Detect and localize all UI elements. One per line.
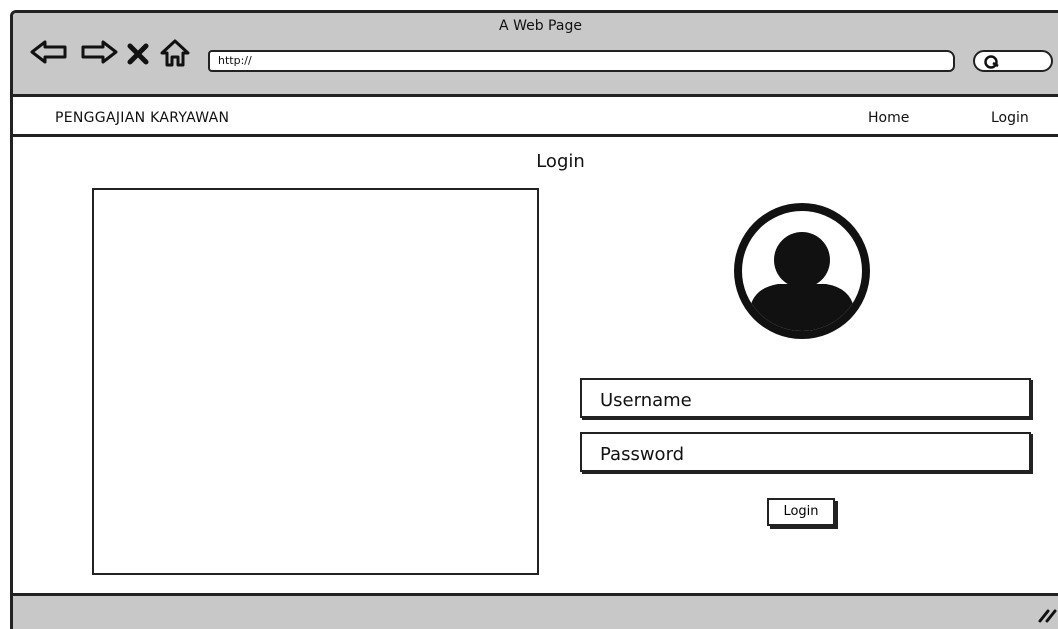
page-title: Login [536, 151, 585, 172]
app-brand: PENGGAJIAN KARYAWAN [55, 110, 230, 126]
nav-login-link[interactable]: Login [991, 110, 1029, 126]
browser-search-field[interactable] [973, 50, 1053, 72]
back-arrow-icon[interactable] [29, 39, 69, 65]
nav-home-link[interactable]: Home [868, 110, 909, 126]
login-button[interactable]: Login [767, 498, 835, 526]
status-bar [13, 593, 1058, 629]
window-title: A Web Page [499, 18, 582, 34]
image-placeholder [92, 188, 539, 575]
resize-grip-icon[interactable] [1038, 607, 1058, 623]
user-avatar-icon [734, 203, 870, 339]
search-icon [984, 55, 999, 69]
password-input[interactable] [580, 432, 1031, 472]
browser-window: A Web Page http:// PENGGAJIAN KARYAWAN H… [10, 10, 1058, 629]
url-input[interactable]: http:// [208, 50, 955, 72]
top-navbar: PENGGAJIAN KARYAWAN Home Login [13, 100, 1058, 137]
home-icon[interactable] [159, 39, 191, 67]
forward-arrow-icon[interactable] [79, 39, 119, 65]
close-icon[interactable] [127, 43, 149, 65]
browser-toolbar: A Web Page http:// [13, 13, 1058, 97]
username-input[interactable] [580, 378, 1031, 418]
